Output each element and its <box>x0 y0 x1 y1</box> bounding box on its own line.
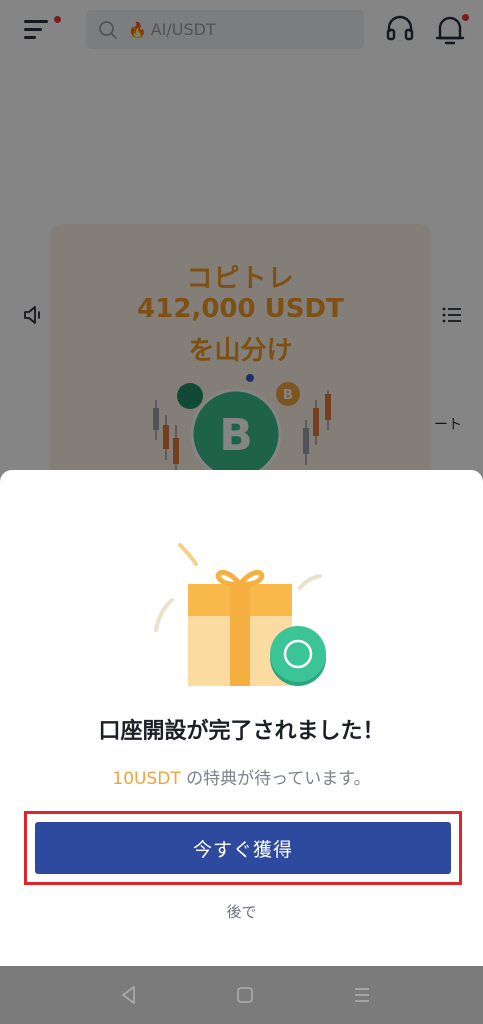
gift-box-icon <box>154 543 326 686</box>
reward-text: の特典が待っています。 <box>180 769 371 789</box>
later-link[interactable]: 後で <box>0 901 483 922</box>
cta-highlight-frame: 今すぐ獲得 <box>24 811 462 885</box>
dialog-title: 口座開設が完了されました！ <box>98 719 385 744</box>
system-nav-bar <box>0 966 483 1024</box>
dialog-subtitle: 10USDT の特典が待っています。 <box>0 764 483 789</box>
reward-amount: 10USDT <box>112 769 181 789</box>
app-screen: 🔥 AI/USDT ート コピトレ 412,000 USDT を山分け B B … <box>0 0 483 1024</box>
claim-now-button[interactable]: 今すぐ獲得 <box>35 822 451 874</box>
recent-apps-icon[interactable] <box>352 985 372 1005</box>
home-icon[interactable] <box>236 986 254 1004</box>
reward-dialog: 口座開設が完了されました！ 10USDT の特典が待っています。 今すぐ獲得 後… <box>0 470 483 966</box>
back-icon[interactable] <box>118 984 140 1006</box>
